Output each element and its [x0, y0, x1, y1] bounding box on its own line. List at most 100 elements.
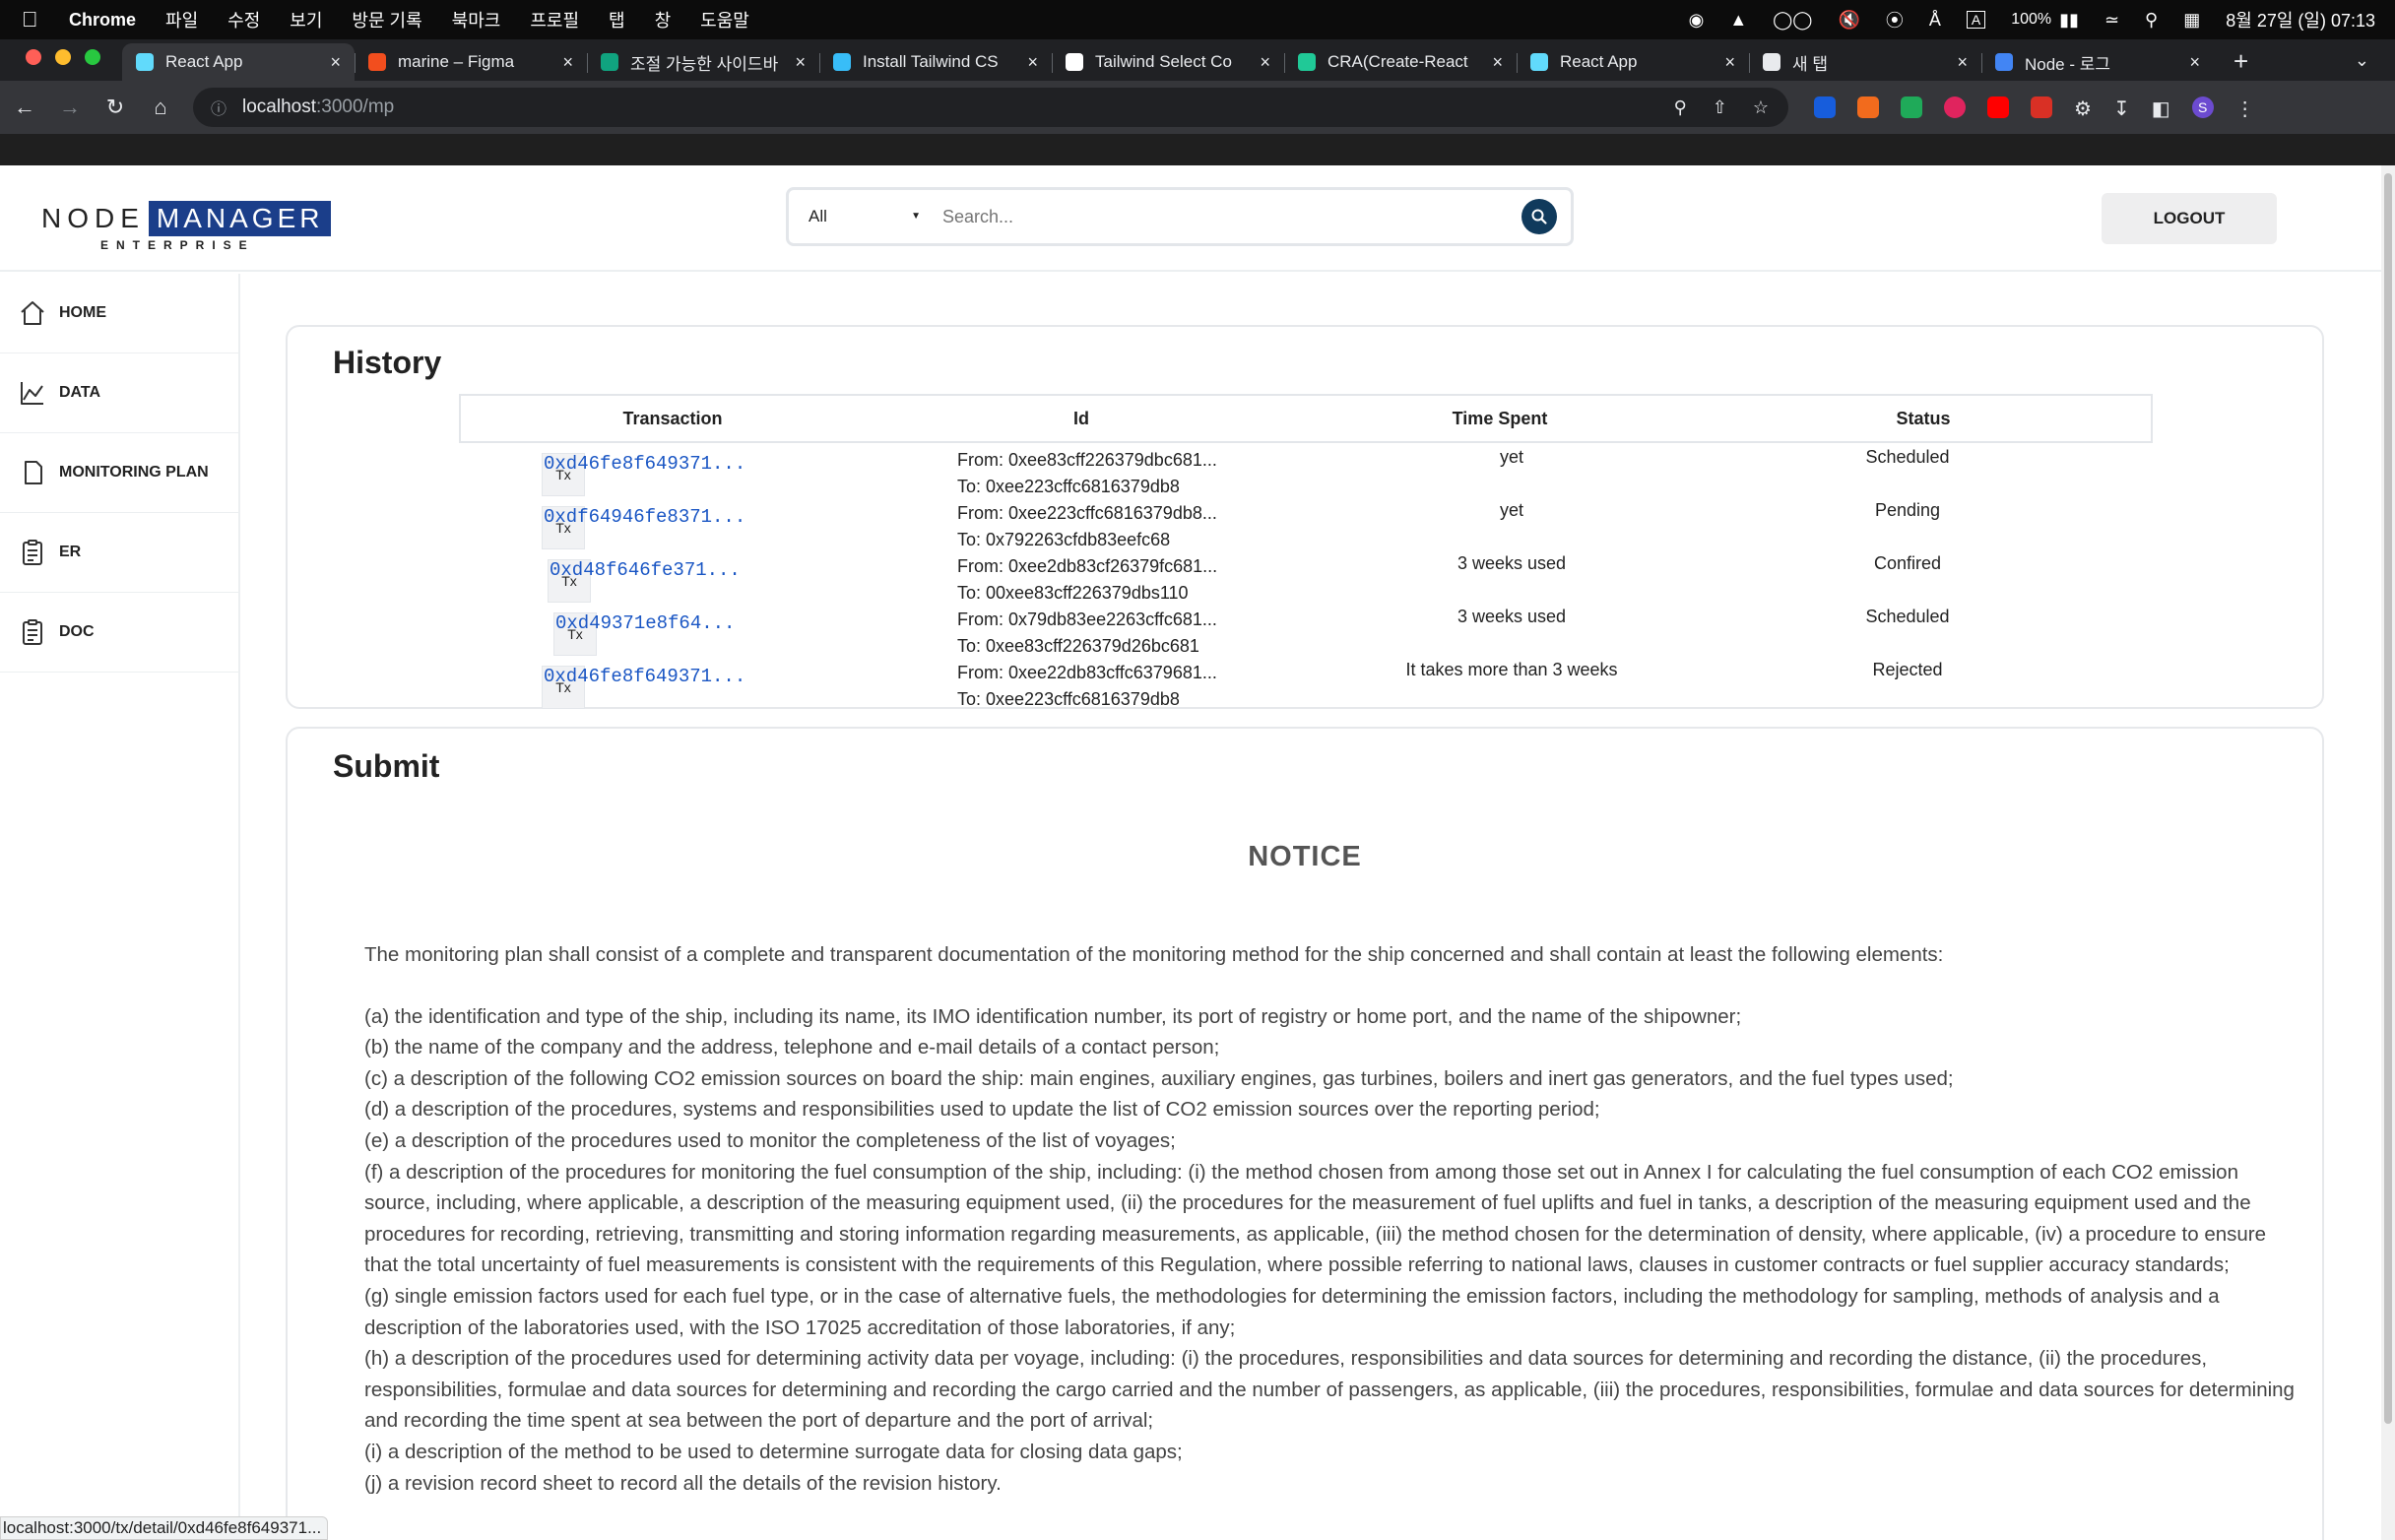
menu-edit[interactable]: 수정 — [227, 7, 260, 32]
forward-arrow-icon[interactable]: → — [47, 95, 93, 120]
page-scrollbar[interactable] — [2381, 165, 2395, 1540]
browser-tab[interactable]: marine – Figma × — [355, 43, 587, 81]
menu-profiles[interactable]: 프로필 — [530, 7, 579, 32]
app-header: NODE MANAGER ENTERPRISE All ▼ LOGOUT — [0, 165, 2381, 272]
search-input[interactable] — [927, 206, 1521, 227]
sidebar-item-data[interactable]: DATA — [0, 353, 238, 433]
time-spent-cell: yet — [1499, 447, 1523, 467]
tab-close-icon[interactable]: × — [1492, 52, 1503, 73]
zoom-icon[interactable]: ⚲ — [1674, 97, 1687, 118]
transaction-hash-link[interactable]: 0xdf64946fe8371... — [544, 506, 745, 528]
browser-tab[interactable]: CRA(Create-React × — [1284, 43, 1517, 81]
minimize-window-button[interactable] — [55, 49, 71, 65]
search-category-value: All — [809, 207, 827, 225]
menu-tab[interactable]: 탭 — [609, 7, 625, 32]
tab-close-icon[interactable]: × — [1260, 52, 1270, 73]
menu-file[interactable]: 파일 — [165, 7, 198, 32]
mute-icon[interactable]: 🔇 — [1838, 10, 1859, 31]
battery-icon[interactable]: ▮▮ — [2059, 10, 2079, 31]
tab-close-icon[interactable]: × — [562, 52, 573, 73]
time-spent-cell: It takes more than 3 weeks — [1405, 660, 1618, 679]
password-manager-extension-icon[interactable] — [1814, 96, 1836, 118]
record-icon[interactable]: ◉ — [1689, 10, 1705, 31]
transaction-from: From: 0xee83cff226379dbc681... — [957, 450, 1217, 470]
browser-tab[interactable]: React App × — [1517, 43, 1749, 81]
share-icon[interactable]: ⇧ — [1713, 97, 1727, 118]
menu-bookmarks[interactable]: 북마크 — [452, 7, 501, 32]
red-extension-icon[interactable] — [2031, 96, 2052, 118]
glasses-icon[interactable]: ◯◯ — [1773, 10, 1812, 31]
apple-icon[interactable]:  — [22, 7, 45, 32]
side-panel-icon[interactable]: ◧ — [2152, 96, 2170, 120]
green-extension-icon[interactable] — [1901, 96, 1922, 118]
browser-tab[interactable]: Install Tailwind CS × — [819, 43, 1052, 81]
table-row: Tx 0xd49371e8f64... From: 0x79db83ee2263cf… — [459, 607, 2153, 662]
back-arrow-icon[interactable]: ← — [2, 95, 47, 120]
profile-avatar[interactable]: S — [2191, 96, 2214, 118]
caret-down-icon: ▼ — [911, 211, 921, 222]
new-tab-button[interactable]: + — [2233, 46, 2248, 77]
tab-search-chevron-icon[interactable]: ⌄ — [2355, 50, 2369, 71]
wifi-icon[interactable]: ≃ — [2104, 10, 2119, 31]
transaction-hash-link[interactable]: 0xd49371e8f64... — [555, 612, 735, 634]
time-spent-cell: yet — [1499, 500, 1523, 520]
browser-tab[interactable]: Tailwind Select Co × — [1052, 43, 1284, 81]
column-header-status: Status — [1896, 408, 1951, 428]
tab-title: 새 탭 — [1792, 54, 1829, 74]
site-info-icon[interactable]: ⓘ — [211, 96, 227, 119]
node-manager-logo[interactable]: NODE MANAGER ENTERPRISE — [41, 201, 332, 252]
notice-intro: The monitoring plan shall consist of a c… — [364, 943, 1944, 966]
logout-button[interactable]: LOGOUT — [2102, 193, 2277, 244]
sidebar-item-er[interactable]: ER — [0, 513, 238, 593]
sidebar-item-home[interactable]: HOME — [0, 274, 238, 353]
airdrop-icon[interactable]: ⦿ — [1886, 7, 1904, 32]
transaction-id-cell: From: 0xee22db83cffc6379681... To: 0xee22… — [957, 660, 1217, 713]
menu-app-name[interactable]: Chrome — [69, 10, 136, 31]
tab-close-icon[interactable]: × — [795, 52, 806, 73]
sidebar-item-label: HOME — [59, 304, 106, 321]
tab-close-icon[interactable]: × — [1957, 52, 1968, 73]
tab-title: Install Tailwind CS — [863, 52, 999, 71]
menu-history[interactable]: 방문 기록 — [352, 7, 421, 32]
tab-close-icon[interactable]: × — [1724, 52, 1735, 73]
search-bar: All ▼ — [786, 187, 1574, 246]
tab-close-icon[interactable]: × — [330, 52, 341, 73]
m-extension-icon[interactable] — [1944, 96, 1966, 118]
puzzle-extensions-icon[interactable]: ⚙ — [2074, 96, 2092, 120]
tab-favicon-icon — [136, 53, 154, 71]
bluetooth-icon[interactable]: Å — [1929, 10, 1941, 31]
download-icon[interactable]: ↧ — [2113, 96, 2130, 120]
browser-tab[interactable]: 새 탭 × — [1749, 43, 1981, 81]
menu-view[interactable]: 보기 — [290, 7, 322, 32]
browser-menu-icon[interactable]: ⋮ — [2235, 96, 2255, 120]
column-header-id: Id — [1073, 408, 1089, 428]
zoom-window-button[interactable] — [85, 49, 100, 65]
menu-help[interactable]: 도움말 — [700, 7, 749, 32]
youtube-extension-icon[interactable] — [1987, 96, 2009, 118]
search-button[interactable] — [1521, 199, 1557, 234]
transaction-hash-link[interactable]: 0xd48f646fe371... — [550, 559, 741, 581]
reload-icon[interactable]: ↻ — [93, 95, 138, 120]
tab-close-icon[interactable]: × — [2189, 52, 2200, 73]
transaction-hash-link[interactable]: 0xd46fe8f649371... — [544, 666, 745, 687]
ex-extension-icon[interactable] — [1857, 96, 1879, 118]
bookmark-star-icon[interactable]: ☆ — [1753, 97, 1769, 118]
menubar-clock[interactable]: 8월 27일 (일) 07:13 — [2226, 7, 2375, 32]
transaction-hash-link[interactable]: 0xd46fe8f649371... — [544, 453, 745, 475]
input-source-icon[interactable]: A — [1966, 11, 1986, 29]
close-window-button[interactable] — [26, 49, 41, 65]
drive-icon[interactable]: ▲ — [1729, 10, 1747, 31]
sidebar-item-doc[interactable]: DOC — [0, 593, 238, 673]
browser-tab[interactable]: 조절 가능한 사이드바 × — [587, 43, 819, 81]
scrollbar-thumb[interactable] — [2384, 173, 2392, 1424]
spotlight-search-icon[interactable]: ⚲ — [2145, 10, 2158, 31]
control-center-icon[interactable]: ▦ — [2183, 10, 2200, 31]
menu-window[interactable]: 창 — [655, 7, 672, 32]
browser-tab[interactable]: Node - 로그 × — [1981, 43, 2214, 81]
home-button-icon[interactable]: ⌂ — [138, 95, 183, 120]
search-category-select[interactable]: All ▼ — [789, 207, 927, 226]
tab-close-icon[interactable]: × — [1027, 52, 1038, 73]
sidebar-item-monitoring-plan[interactable]: MONITORING PLAN — [0, 433, 238, 513]
browser-tab[interactable]: React App × — [122, 43, 355, 81]
address-bar[interactable]: ⓘ localhost:3000/mp ⚲ ⇧ ☆ — [193, 88, 1788, 127]
